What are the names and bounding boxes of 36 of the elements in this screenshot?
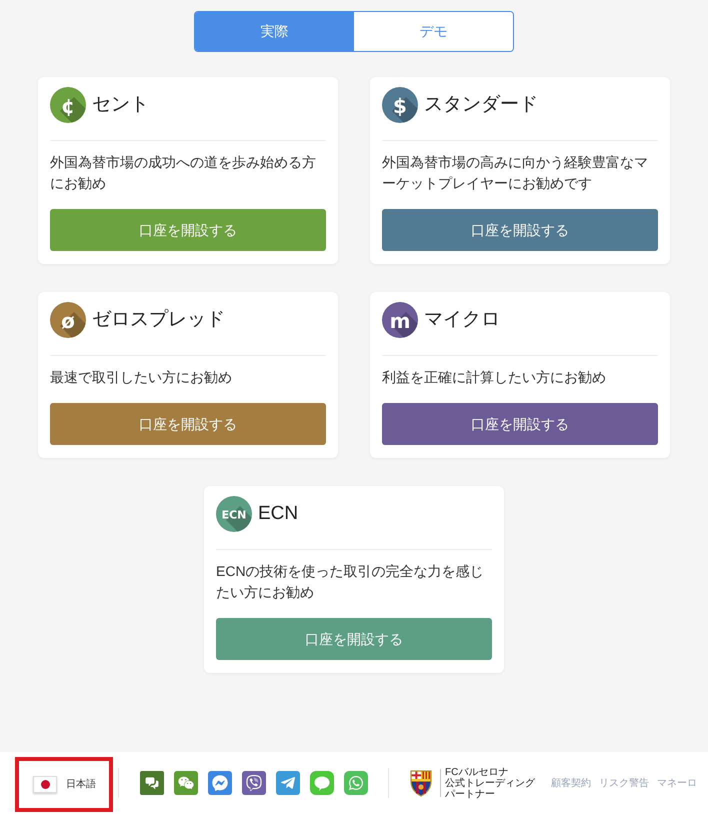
crest-icon: [409, 769, 433, 797]
card-title: ゼロスプレッド: [92, 308, 225, 332]
symbol-badge-icon: ECN: [216, 496, 252, 532]
open-account-button[interactable]: 口座を開設する: [50, 209, 326, 251]
phone-bubble-icon[interactable]: [344, 771, 368, 795]
partner-title: FCバルセロナ: [445, 766, 510, 778]
card-description: 最速で取引したい方にお勧め: [50, 368, 233, 387]
symbol-badge-icon: $: [382, 87, 418, 123]
tab[interactable]: 実際: [195, 12, 354, 51]
symbol-badge-icon: m: [382, 302, 418, 338]
symbol-badge-icon: ø: [50, 302, 86, 338]
footer-link[interactable]: マネーロ: [657, 776, 697, 790]
chat-bubbles-icon[interactable]: [174, 771, 198, 795]
open-account-button[interactable]: 口座を開設する: [216, 618, 492, 660]
partner-subtitle: 公式トレーディングパートナー: [445, 778, 536, 800]
card-description: 外国為替市場の高みに向かう経験豊富なマーケットプレイヤーにお勧めです: [382, 153, 649, 193]
phone-bubble-icon[interactable]: [242, 771, 266, 795]
card-description: 外国為替市場の成功への道を歩み始める方にお勧め: [50, 153, 317, 193]
open-account-button[interactable]: 口座を開設する: [50, 403, 326, 445]
card-title: スタンダード: [424, 92, 538, 117]
card-title: ECN: [258, 502, 298, 526]
card-title: マイクロ: [424, 308, 500, 332]
paper-plane-icon[interactable]: [276, 771, 300, 795]
open-account-button[interactable]: 口座を開設する: [382, 403, 658, 445]
flag-icon: [33, 776, 57, 793]
footer-link[interactable]: リスク警告: [599, 776, 649, 790]
card-description: 利益を正確に計算したい方にお勧め: [382, 368, 607, 387]
language-selector[interactable]: 日本語: [33, 776, 96, 793]
footer-link[interactable]: 顧客契約: [551, 776, 591, 790]
lightning-bubble-icon[interactable]: [208, 771, 232, 795]
card-title: セント: [92, 92, 149, 117]
speech-bubble-icon[interactable]: [310, 771, 334, 795]
card-description: ECNの技術を使った取引の完全な力を感じたい方にお勧め: [216, 562, 485, 602]
open-account-button[interactable]: 口座を開設する: [382, 209, 658, 251]
symbol-badge-icon: ¢: [50, 87, 86, 123]
chat-bubbles-icon[interactable]: [140, 771, 164, 795]
